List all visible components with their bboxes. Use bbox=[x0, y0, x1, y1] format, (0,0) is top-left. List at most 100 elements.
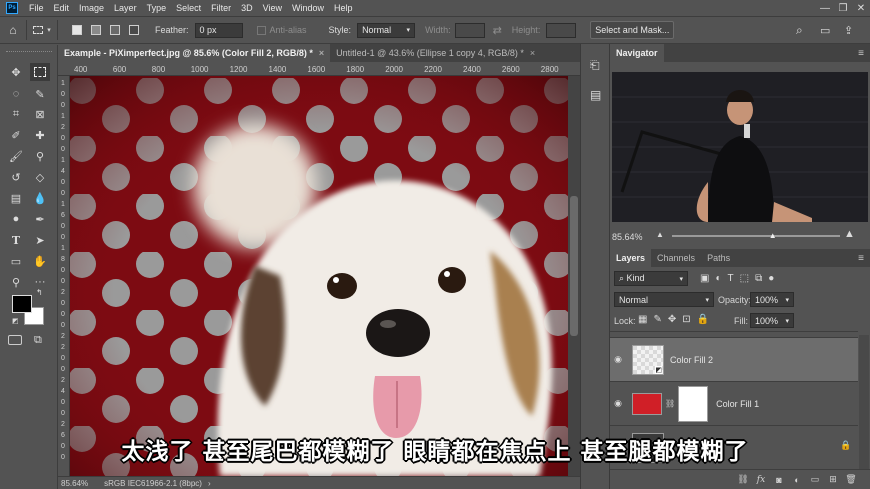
filter-toggle-icon[interactable]: ● bbox=[768, 273, 774, 284]
new-layer-icon[interactable]: ⊞ bbox=[824, 474, 842, 485]
zoom-slider-track[interactable] bbox=[672, 235, 840, 237]
tab-navigator[interactable]: Navigator bbox=[610, 44, 664, 62]
zoom-tool-icon[interactable]: ⚲ bbox=[6, 273, 26, 291]
layer-style-fx-icon[interactable]: fx bbox=[752, 475, 770, 485]
rectangle-tool-icon[interactable]: ▭ bbox=[6, 252, 26, 270]
layer-name[interactable]: Color Fill 2 bbox=[670, 355, 713, 365]
menu-image[interactable]: Image bbox=[74, 3, 109, 13]
workspace-icon[interactable]: ▭ bbox=[820, 24, 830, 37]
menu-layer[interactable]: Layer bbox=[109, 3, 142, 13]
layer-mask-thumbnail[interactable] bbox=[678, 385, 709, 422]
new-group-icon[interactable]: ▭ bbox=[806, 474, 824, 485]
zoom-in-icon[interactable]: ▲ bbox=[844, 228, 855, 240]
healing-brush-tool-icon[interactable]: ✚ bbox=[30, 126, 50, 144]
toolbar-grip[interactable] bbox=[6, 51, 52, 53]
type-tool-icon[interactable]: T bbox=[6, 231, 26, 249]
history-brush-tool-icon[interactable]: ↺ bbox=[6, 168, 26, 186]
link-layers-icon[interactable]: ⛓ bbox=[734, 474, 752, 485]
lock-paint-icon[interactable]: ✎ bbox=[653, 314, 661, 325]
move-tool-icon[interactable]: ✥ bbox=[6, 63, 26, 81]
height-input[interactable] bbox=[546, 22, 577, 38]
lock-position-icon[interactable]: ✥ bbox=[668, 314, 676, 325]
layer-row-color-fill-2[interactable]: ◉ ◩ Color Fill 2 bbox=[610, 337, 858, 381]
close-window-icon[interactable]: ✕ bbox=[852, 0, 870, 16]
screen-mode-icon[interactable]: ⧉ bbox=[34, 334, 42, 347]
frame-tool-icon[interactable]: ⊠ bbox=[30, 105, 50, 123]
blend-mode-select[interactable]: Normal ▾ bbox=[614, 292, 714, 307]
scroll-thumb[interactable] bbox=[570, 196, 578, 336]
hand-tool-icon[interactable]: ✋ bbox=[30, 252, 50, 270]
marquee-preset-picker[interactable]: ▾ bbox=[26, 20, 58, 40]
document-canvas[interactable] bbox=[70, 76, 568, 476]
zoom-slider-thumb[interactable]: ▲ bbox=[769, 231, 777, 240]
style-select[interactable]: Normal ▾ bbox=[357, 22, 416, 38]
properties-icon[interactable]: ▤ bbox=[590, 88, 601, 102]
type-filter-icon[interactable]: T bbox=[728, 273, 734, 284]
menu-help[interactable]: Help bbox=[329, 3, 358, 13]
tab-paths[interactable]: Paths bbox=[701, 249, 736, 267]
menu-edit[interactable]: Edit bbox=[49, 3, 75, 13]
maximize-icon[interactable]: ❐ bbox=[834, 0, 852, 16]
navigator-preview[interactable] bbox=[612, 72, 868, 222]
visibility-eye-icon[interactable]: ◉ bbox=[610, 354, 626, 365]
visibility-eye-icon[interactable]: ◉ bbox=[610, 398, 626, 409]
layer-row-color-fill-1[interactable]: ◉ ⛓ Color Fill 1 bbox=[610, 381, 858, 425]
close-icon[interactable]: × bbox=[530, 48, 535, 58]
crop-tool-icon[interactable]: ⌗ bbox=[6, 105, 26, 123]
status-zoom[interactable]: 85.64% bbox=[61, 479, 88, 488]
panel-menu-icon[interactable]: ≡ bbox=[858, 48, 864, 59]
intersect-selection-icon[interactable] bbox=[129, 25, 139, 35]
add-selection-icon[interactable] bbox=[91, 25, 101, 35]
adjustment-filter-icon[interactable]: ◐ bbox=[715, 273, 721, 284]
quick-selection-tool-icon[interactable]: ✎ bbox=[30, 85, 50, 103]
width-input[interactable] bbox=[454, 22, 485, 38]
gradient-tool-icon[interactable]: ▤ bbox=[6, 189, 26, 207]
pen-tool-icon[interactable]: ✒ bbox=[30, 210, 50, 228]
menu-type[interactable]: Type bbox=[142, 3, 172, 13]
panel-menu-icon[interactable]: ≡ bbox=[858, 253, 864, 264]
quick-mask-icon[interactable] bbox=[8, 335, 22, 345]
share-icon[interactable]: ⇪ bbox=[844, 24, 853, 37]
swap-dimensions-icon[interactable]: ⇄ bbox=[493, 24, 502, 37]
search-icon[interactable]: ⌕ bbox=[796, 23, 803, 38]
menu-view[interactable]: View bbox=[258, 3, 287, 13]
marquee-tool-icon[interactable] bbox=[30, 63, 50, 81]
chain-link-icon[interactable]: ⛓ bbox=[665, 399, 675, 408]
tab-layers[interactable]: Layers bbox=[610, 249, 652, 267]
shape-filter-icon[interactable]: ⬚ bbox=[740, 273, 749, 284]
swap-colors-icon[interactable]: ↰ bbox=[36, 288, 43, 297]
chevron-right-icon[interactable]: › bbox=[208, 479, 211, 488]
menu-select[interactable]: Select bbox=[171, 3, 206, 13]
close-icon[interactable]: × bbox=[319, 48, 324, 58]
blur-tool-icon[interactable]: 💧 bbox=[30, 189, 50, 207]
menu-file[interactable]: File bbox=[24, 3, 49, 13]
clone-stamp-tool-icon[interactable]: ⚲ bbox=[30, 147, 50, 165]
lock-transparent-icon[interactable]: ▦ bbox=[638, 314, 647, 325]
delete-layer-icon[interactable]: 🗑 bbox=[842, 474, 860, 485]
adjustment-layer-icon[interactable]: ◐ bbox=[788, 475, 806, 485]
lasso-tool-icon[interactable]: ◌ bbox=[6, 85, 26, 103]
layer-name[interactable]: Color Fill 1 bbox=[716, 399, 759, 409]
layer-filter-kind[interactable]: ⌕ Kind ▾ bbox=[614, 271, 688, 286]
pixel-filter-icon[interactable]: ▣ bbox=[700, 273, 709, 284]
tab-document-1[interactable]: Example - PiXimperfect.jpg @ 85.6% (Colo… bbox=[58, 44, 331, 62]
minimize-icon[interactable]: — bbox=[816, 0, 834, 16]
history-icon[interactable]: ⎗ bbox=[590, 58, 600, 73]
lock-artboard-icon[interactable]: ⊡ bbox=[682, 314, 690, 325]
menu-filter[interactable]: Filter bbox=[206, 3, 236, 13]
eraser-tool-icon[interactable]: ◇ bbox=[30, 168, 50, 186]
tab-document-2[interactable]: Untitled-1 @ 43.6% (Ellipse 1 copy 4, RG… bbox=[330, 44, 541, 62]
home-icon[interactable]: ⌂ bbox=[0, 23, 26, 37]
new-selection-icon[interactable] bbox=[72, 25, 82, 35]
zoom-out-icon[interactable]: ▲ bbox=[656, 230, 664, 239]
feather-input[interactable]: 0 px bbox=[194, 22, 243, 38]
path-selection-tool-icon[interactable]: ➤ bbox=[30, 231, 50, 249]
brush-tool-icon[interactable]: 🖌 bbox=[6, 147, 26, 165]
smart-object-filter-icon[interactable]: ⧉ bbox=[755, 273, 762, 284]
antialias-checkbox[interactable] bbox=[256, 25, 266, 35]
default-colors-icon[interactable]: ◩ bbox=[12, 317, 19, 325]
tab-channels[interactable]: Channels bbox=[651, 249, 701, 267]
menu-window[interactable]: Window bbox=[287, 3, 329, 13]
select-and-mask-button[interactable]: Select and Mask... bbox=[590, 21, 675, 39]
opacity-input[interactable]: 100% ▾ bbox=[750, 292, 794, 307]
